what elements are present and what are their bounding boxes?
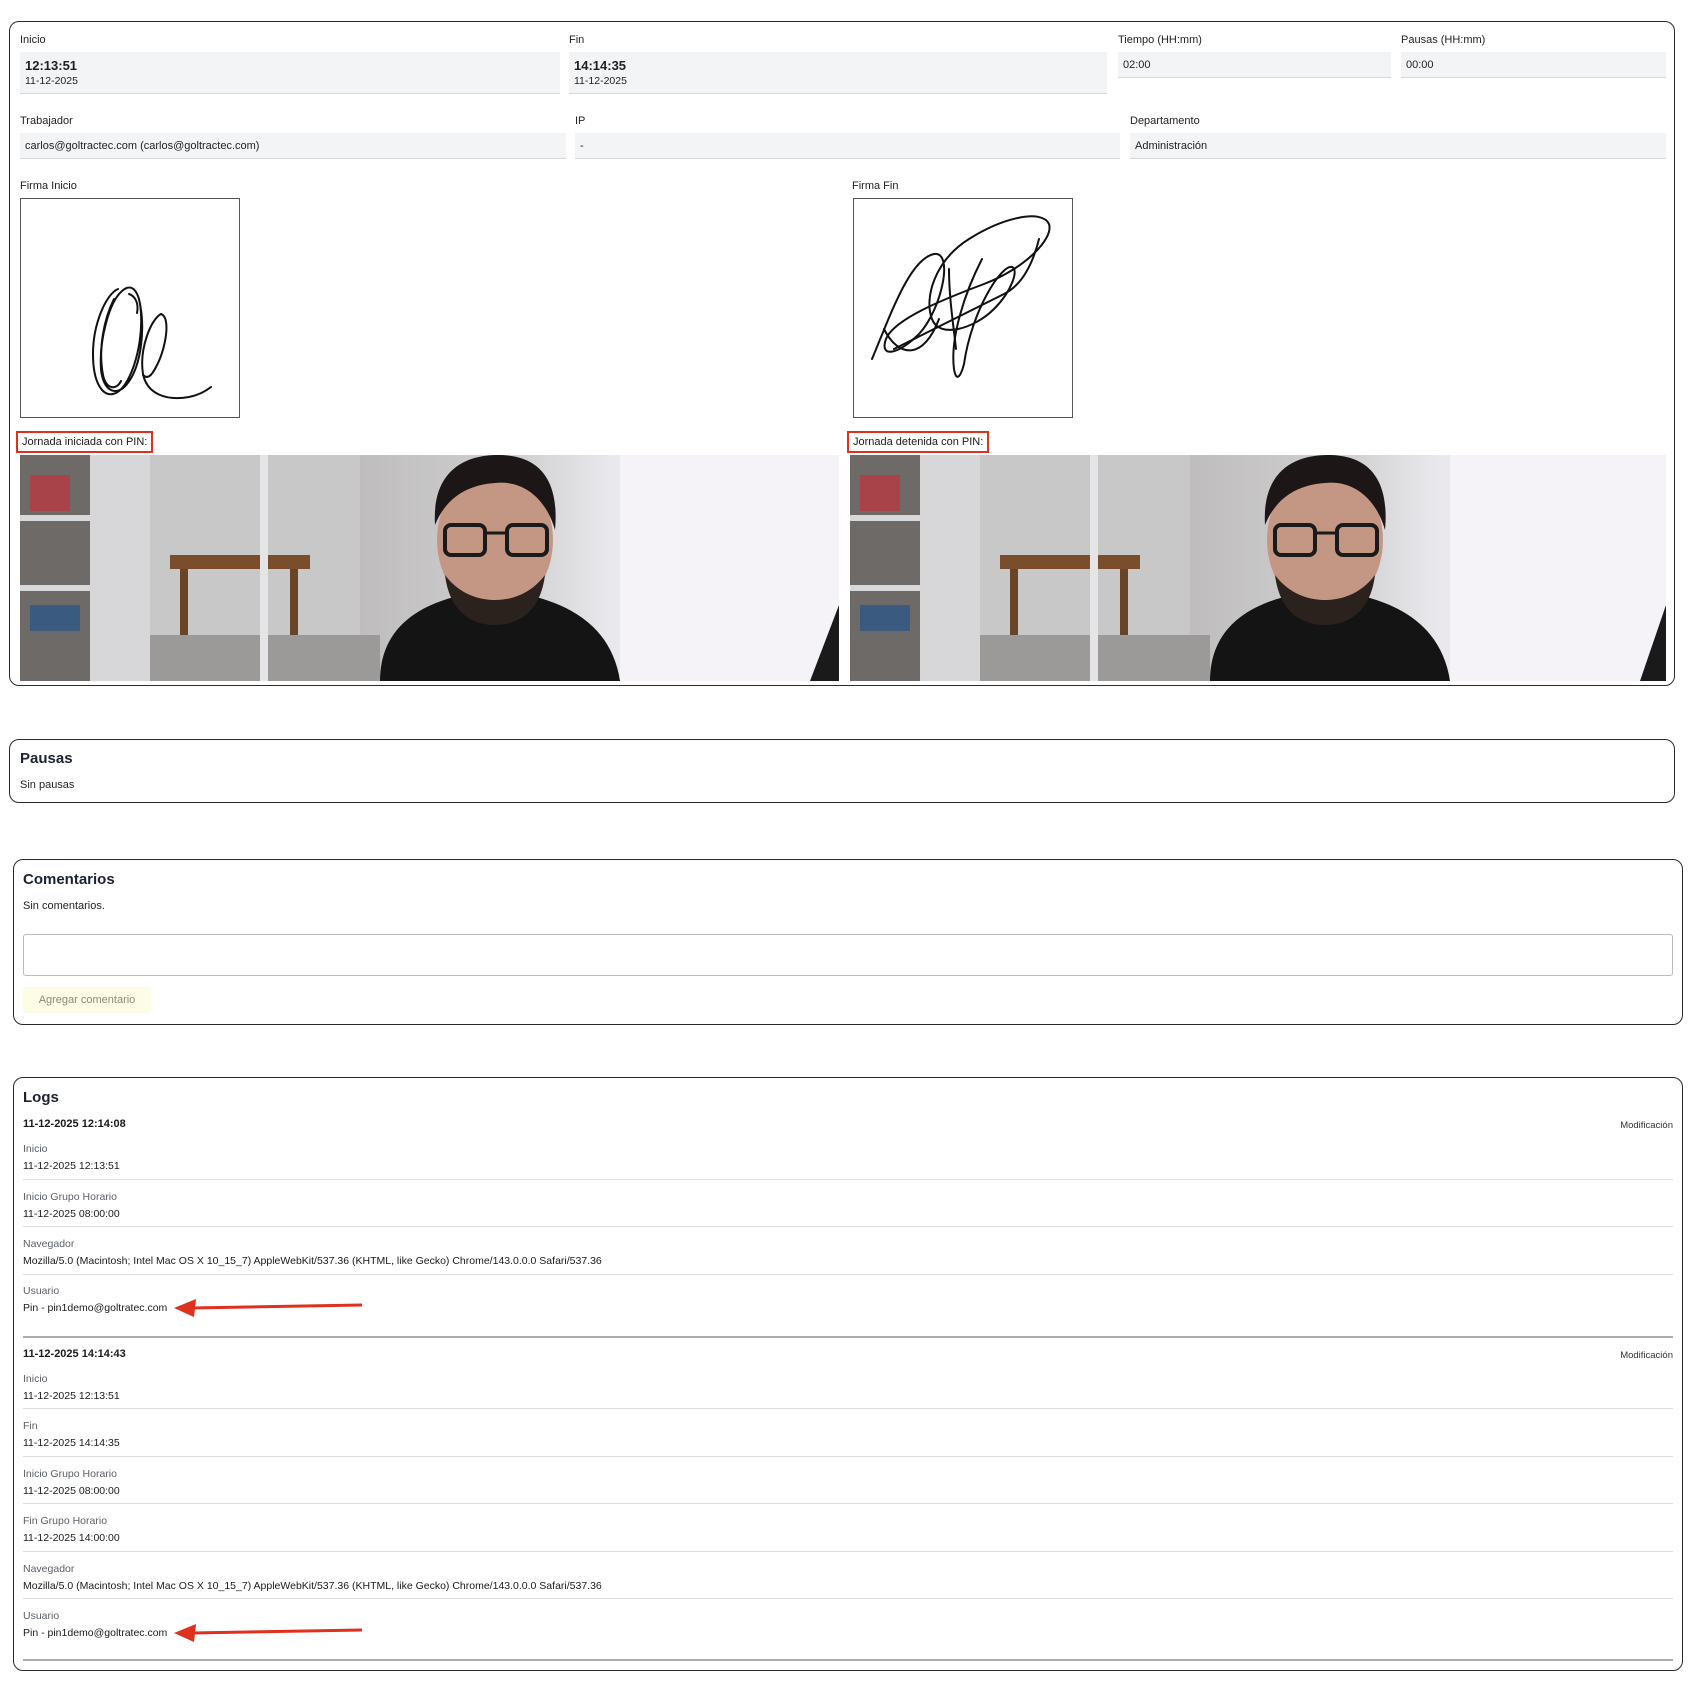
fin-field: 14:14:35 11-12-2025: [569, 52, 1107, 94]
log-field-key: Usuario: [23, 1610, 60, 1622]
log-field-value: Pin - pin1demo@goltratec.com: [23, 1302, 168, 1314]
fin-label: Fin: [569, 34, 585, 46]
comment-input[interactable]: [23, 934, 1673, 976]
log-field-key: Inicio: [23, 1373, 48, 1385]
log-field-value: 11-12-2025 14:00:00: [23, 1532, 120, 1544]
log-entry-type: Modificación: [1620, 1350, 1673, 1361]
log-field-key: Fin: [23, 1420, 38, 1432]
annotation-arrow-icon: [174, 1299, 363, 1317]
tiempo-label: Tiempo (HH:mm): [1118, 34, 1202, 46]
trabajador-value: carlos@goltractec.com (carlos@goltractec…: [25, 140, 260, 152]
tiempo-value: 02:00: [1123, 59, 1151, 71]
comentarios-card: Comentarios Sin comentarios. Agregar com…: [13, 859, 1683, 1025]
pausas-empty-text: Sin pausas: [20, 779, 75, 791]
firma-inicio-label: Firma Inicio: [20, 180, 77, 192]
log-separator: [23, 1551, 1673, 1552]
ip-label: IP: [575, 115, 586, 127]
log-field-value: 11-12-2025 08:00:00: [23, 1485, 120, 1497]
log-entry-separator: [23, 1659, 1673, 1661]
log-entry-timestamp: 11-12-2025 12:14:08: [23, 1118, 126, 1130]
inicio-field: 12:13:51 11-12-2025: [20, 52, 560, 94]
log-field-value: Mozilla/5.0 (Macintosh; Intel Mac OS X 1…: [23, 1580, 602, 1592]
log-entry-timestamp: 11-12-2025 14:14:43: [23, 1348, 126, 1360]
signature-end-drawing: [871, 215, 1051, 378]
log-entry-type: Modificación: [1620, 1120, 1673, 1131]
webcam-photo-stop-image: [850, 455, 1666, 681]
trabajador-label: Trabajador: [20, 115, 73, 127]
departamento-value: Administración: [1135, 140, 1208, 152]
log-field-key: Navegador: [23, 1238, 75, 1250]
log-separator: [23, 1503, 1673, 1504]
log-separator: [23, 1456, 1673, 1457]
trabajador-field: carlos@goltractec.com (carlos@goltractec…: [20, 133, 566, 159]
logs-title: Logs: [23, 1089, 59, 1106]
log-separator: [23, 1598, 1673, 1599]
log-field-value: 11-12-2025 12:13:51: [23, 1160, 120, 1172]
firma-fin-label: Firma Fin: [852, 180, 899, 192]
log-field-value: 11-12-2025 14:14:35: [23, 1437, 120, 1449]
tiempo-field: 02:00: [1118, 52, 1391, 78]
log-field-key: Inicio: [23, 1143, 48, 1155]
start-webcam-photo: [20, 455, 839, 681]
stop-webcam-photo: [850, 455, 1666, 681]
signature-start-drawing: [91, 286, 212, 399]
inicio-time: 12:13:51: [25, 58, 78, 73]
departamento-label: Departamento: [1130, 115, 1200, 127]
ip-value: -: [580, 140, 584, 152]
log-field-key: Inicio Grupo Horario: [23, 1191, 117, 1203]
log-field-key: Fin Grupo Horario: [23, 1515, 108, 1527]
log-field-value: Pin - pin1demo@goltratec.com: [23, 1627, 168, 1639]
log-entry-separator: [23, 1336, 1673, 1338]
add-comment-button[interactable]: Agregar comentario: [23, 987, 151, 1013]
fin-date: 11-12-2025: [574, 75, 627, 87]
inicio-date: 11-12-2025: [25, 75, 78, 87]
ip-field: -: [575, 133, 1120, 159]
log-field-value: 11-12-2025 12:13:51: [23, 1390, 120, 1402]
logs-card: Logs 11-12-2025 12:14:08 Modificación In…: [13, 1077, 1683, 1671]
firma-fin-signature: [853, 198, 1073, 418]
log-separator: [23, 1179, 1673, 1180]
pausas-label: Pausas (HH:mm): [1401, 34, 1486, 46]
log-separator: [23, 1226, 1673, 1227]
webcam-photo-start-image: [20, 455, 839, 681]
log-field-value: 11-12-2025 08:00:00: [23, 1208, 120, 1220]
annotation-arrow-icon: [174, 1624, 363, 1642]
log-separator: [23, 1274, 1673, 1275]
fin-time: 14:14:35: [574, 58, 627, 73]
pausas-value: 00:00: [1406, 59, 1434, 71]
inicio-label: Inicio: [20, 34, 46, 46]
pin-stop-label: Jornada detenida con PIN:: [847, 431, 990, 453]
comentarios-empty-text: Sin comentarios.: [23, 900, 105, 912]
pausas-title: Pausas: [20, 750, 73, 767]
firma-inicio-signature: [20, 198, 240, 418]
log-field-key: Usuario: [23, 1285, 60, 1297]
log-field-value: Mozilla/5.0 (Macintosh; Intel Mac OS X 1…: [23, 1255, 602, 1267]
record-card: Inicio 12:13:51 11-12-2025 Fin 14:14:35 …: [9, 21, 1675, 686]
pausas-field: 00:00: [1401, 52, 1666, 78]
log-separator: [23, 1408, 1673, 1409]
departamento-field: Administración: [1130, 133, 1666, 159]
log-field-key: Inicio Grupo Horario: [23, 1468, 117, 1480]
pausas-card: Pausas Sin pausas: [9, 739, 1675, 803]
pin-start-label: Jornada iniciada con PIN:: [16, 431, 154, 453]
log-field-key: Navegador: [23, 1563, 75, 1575]
comentarios-title: Comentarios: [23, 871, 115, 888]
